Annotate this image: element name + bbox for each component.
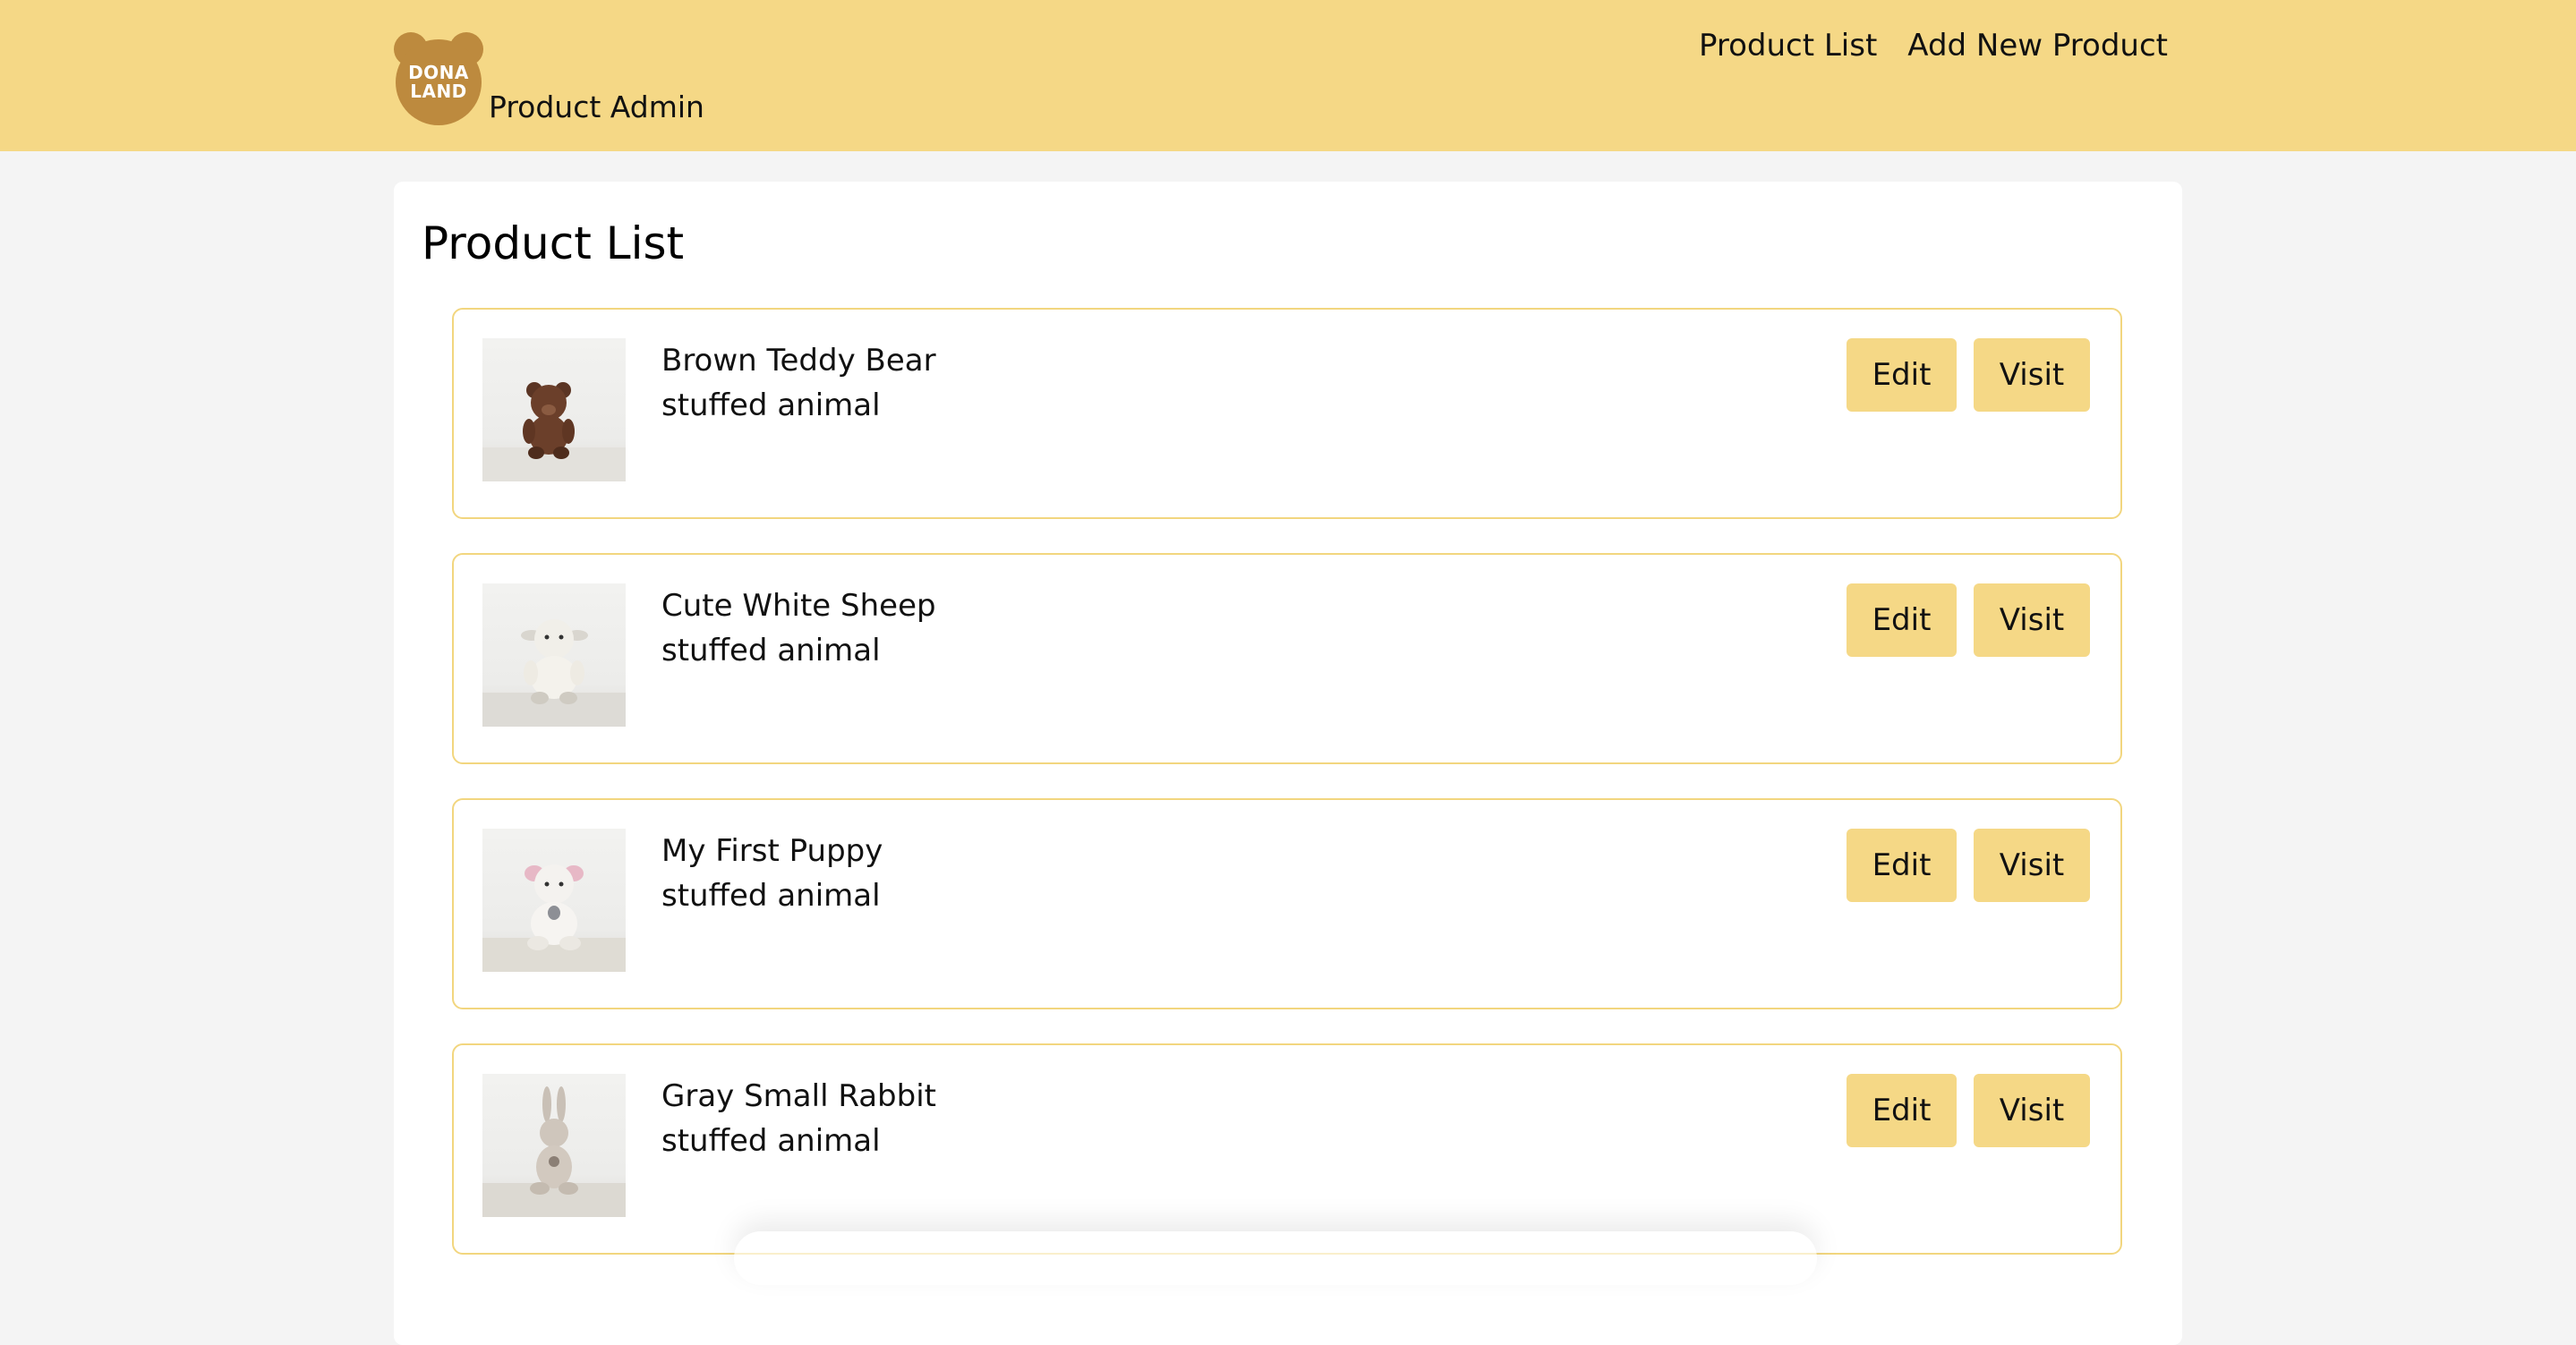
- product-category: stuffed animal: [661, 878, 881, 914]
- product-name: My First Puppy: [661, 833, 883, 869]
- brand-title: Product Admin: [489, 89, 704, 124]
- rabbit-icon: [482, 1086, 626, 1217]
- product-image-sheep: [482, 583, 626, 727]
- edit-button[interactable]: Edit: [1847, 583, 1957, 657]
- page-title: Product List: [422, 217, 685, 269]
- main-nav: Product List Add New Product: [1699, 25, 2168, 66]
- product-list-panel: Product List Brown Teddy Bear stuffed an…: [394, 182, 2182, 1345]
- product-name: Cute White Sheep: [661, 588, 936, 624]
- dona-land-logo[interactable]: DONA LAND: [394, 32, 483, 125]
- product-image-puppy: [482, 829, 626, 972]
- product-card: My First Puppy stuffed animal Edit Visit: [452, 798, 2122, 1009]
- top-header: DONA LAND Product Admin Product List Add…: [0, 0, 2576, 151]
- edit-button[interactable]: Edit: [1847, 1074, 1957, 1147]
- product-card: Cute White Sheep stuffed animal Edit Vis…: [452, 553, 2122, 764]
- puppy-icon: [482, 864, 626, 972]
- product-name: Gray Small Rabbit: [661, 1078, 936, 1114]
- visit-button[interactable]: Visit: [1974, 338, 2090, 412]
- bottom-floating-shadow: [734, 1231, 1817, 1285]
- product-image-rabbit: [482, 1074, 626, 1217]
- edit-button[interactable]: Edit: [1847, 829, 1957, 902]
- logo-text-line1: DONA: [408, 62, 469, 83]
- edit-button[interactable]: Edit: [1847, 338, 1957, 412]
- visit-button[interactable]: Visit: [1974, 583, 2090, 657]
- product-category: stuffed animal: [661, 1123, 881, 1159]
- visit-button[interactable]: Visit: [1974, 1074, 2090, 1147]
- product-category: stuffed animal: [661, 633, 881, 668]
- sheep-icon: [482, 619, 626, 727]
- product-card: Gray Small Rabbit stuffed animal Edit Vi…: [452, 1043, 2122, 1255]
- logo-text-line2: LAND: [410, 81, 467, 102]
- nav-item-add-new-product[interactable]: Add New Product: [1907, 25, 2168, 66]
- nav-item-product-list[interactable]: Product List: [1699, 25, 1877, 66]
- logo-face: DONA LAND: [396, 39, 482, 125]
- product-image-teddy-bear: [482, 338, 626, 481]
- product-category: stuffed animal: [661, 387, 881, 423]
- product-card: Brown Teddy Bear stuffed animal Edit Vis…: [452, 308, 2122, 519]
- visit-button[interactable]: Visit: [1974, 829, 2090, 902]
- product-name: Brown Teddy Bear: [661, 343, 936, 379]
- teddy-bear-icon: [482, 382, 626, 481]
